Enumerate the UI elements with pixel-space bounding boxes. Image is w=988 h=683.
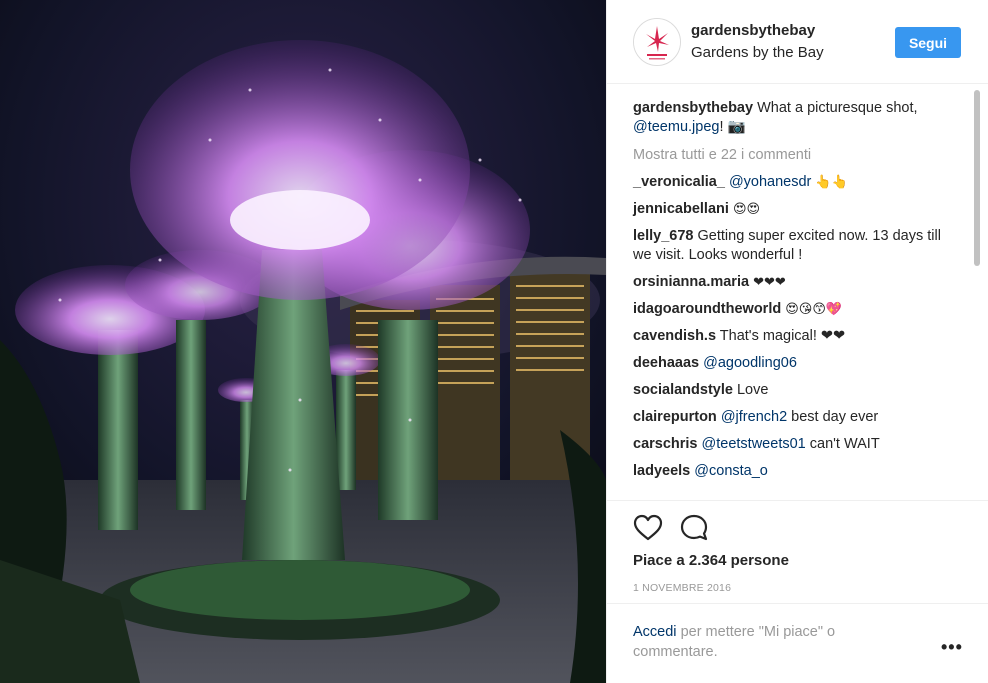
comment-item: idagoaroundtheworld 😍😘😙💖 xyxy=(633,300,963,319)
caption-text-after: ! 📷 xyxy=(719,119,746,135)
comment-username[interactable]: jennicabellani xyxy=(633,201,729,217)
comment-mention[interactable]: @teetstweets01 xyxy=(702,436,806,452)
post-photo[interactable] xyxy=(0,0,606,683)
comments-list: gardensbythebay What a picturesque shot,… xyxy=(633,99,963,489)
caption-username[interactable]: gardensbythebay xyxy=(633,100,753,116)
comment-item: jennicabellani 😍😍 xyxy=(633,200,963,219)
post-header: gardensbythebay Gardens by the Bay Segui xyxy=(607,0,988,84)
post-photo-image xyxy=(0,0,606,683)
comment-username[interactable]: deehaaas xyxy=(633,355,699,371)
caption-mention[interactable]: @teemu.jpeg xyxy=(633,119,719,135)
comment-text: That's magical! ❤❤ xyxy=(719,328,846,344)
comments-section[interactable]: gardensbythebay What a picturesque shot,… xyxy=(607,84,988,500)
comment-text: 👆👆 xyxy=(815,175,848,190)
comment-mention[interactable]: @consta_o xyxy=(694,463,768,479)
comment-text: can't WAIT xyxy=(809,436,880,452)
post-side-panel: gardensbythebay Gardens by the Bay Segui… xyxy=(606,0,988,683)
comment-text: ❤❤❤ xyxy=(753,275,786,290)
comment-item: deehaaas @agoodling06 xyxy=(633,354,963,373)
ellipsis-icon[interactable]: ••• xyxy=(941,637,963,658)
post-date: 1 NOVEMBRE 2016 xyxy=(633,582,732,594)
header-username[interactable]: gardensbythebay xyxy=(691,22,815,39)
login-prompt: Accedi per mettere "Mi piace" o commenta… xyxy=(633,622,923,662)
comment-mention[interactable]: @yohanesdr xyxy=(729,174,811,190)
comment-text: best day ever xyxy=(791,409,879,425)
caption-text: What a picturesque shot, xyxy=(757,100,918,116)
header-full-name: Gardens by the Bay xyxy=(691,44,824,61)
follow-button[interactable]: Segui xyxy=(895,27,961,58)
comment-item: _veronicalia_ @yohanesdr 👆👆 xyxy=(633,173,963,192)
comment-username[interactable]: idagoaroundtheworld xyxy=(633,301,781,317)
post-caption: gardensbythebay What a picturesque shot,… xyxy=(633,99,963,137)
speech-bubble-icon[interactable] xyxy=(679,513,709,543)
comment-mention[interactable]: @agoodling06 xyxy=(703,355,797,371)
comment-item: ladyeels @consta_o xyxy=(633,462,963,481)
comment-username[interactable]: _veronicalia_ xyxy=(633,174,725,190)
comments-scrollbar[interactable] xyxy=(974,90,980,266)
likes-count[interactable]: Piace a 2.364 persone xyxy=(633,552,789,569)
comment-item: orsinianna.maria ❤❤❤ xyxy=(633,273,963,292)
comment-username[interactable]: ladyeels xyxy=(633,463,690,479)
login-link[interactable]: Accedi xyxy=(633,624,677,640)
comment-mention[interactable]: @jfrench2 xyxy=(721,409,787,425)
comment-item: lelly_678 Getting super excited now. 13 … xyxy=(633,227,963,265)
comment-username[interactable]: socialandstyle xyxy=(633,382,733,398)
post-footer: Accedi per mettere "Mi piace" o commenta… xyxy=(607,603,988,683)
comment-text: 😍😘😙💖 xyxy=(785,302,843,317)
comment-username[interactable]: orsinianna.maria xyxy=(633,274,749,290)
comment-username[interactable]: lelly_678 xyxy=(633,228,693,244)
comment-text: 😍😍 xyxy=(732,202,761,217)
comment-item: clairepurton @jfrench2 best day ever xyxy=(633,408,963,427)
comment-username[interactable]: clairepurton xyxy=(633,409,717,425)
comment-item: socialandstyle Love xyxy=(633,381,963,400)
comment-text: Love xyxy=(736,382,769,398)
comment-item: carschris @teetstweets01 can't WAIT xyxy=(633,435,963,454)
comment-username[interactable]: cavendish.s xyxy=(633,328,716,344)
view-all-comments-link[interactable]: Mostra tutti e 22 i commenti xyxy=(633,146,963,165)
comment-username[interactable]: carschris xyxy=(633,436,698,452)
heart-outline-icon[interactable] xyxy=(633,513,663,543)
post-actions: Piace a 2.364 persone 1 NOVEMBRE 2016 xyxy=(607,500,988,603)
avatar[interactable] xyxy=(633,18,681,66)
gardens-logo-icon xyxy=(634,19,680,65)
comment-item: cavendish.s That's magical! ❤❤ xyxy=(633,327,963,346)
